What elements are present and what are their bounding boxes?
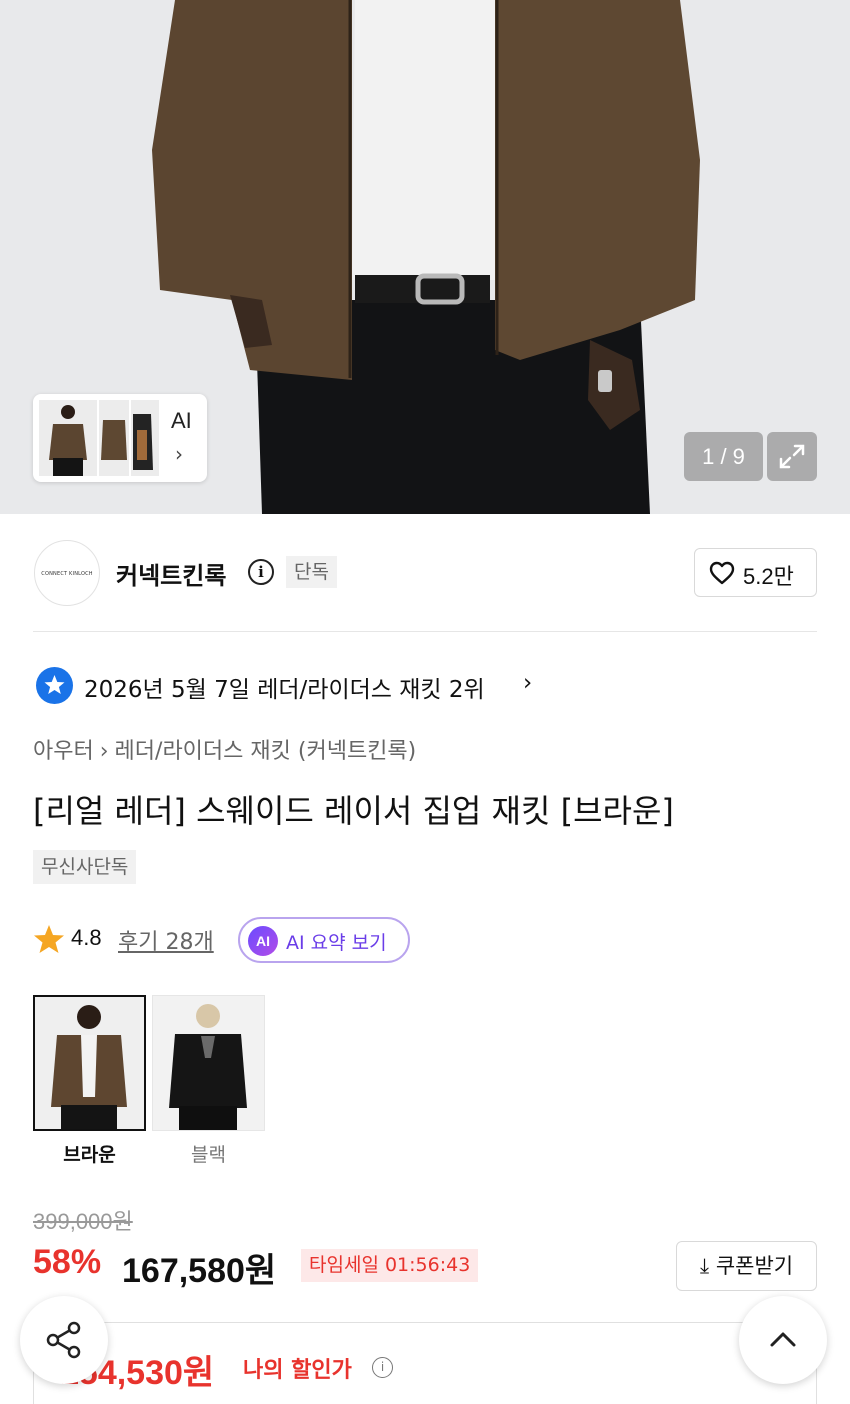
my-discount-label: 나의 할인가	[243, 1358, 352, 1383]
info-icon[interactable]: i	[372, 1357, 393, 1378]
ranking-star-badge-icon	[36, 667, 73, 704]
black-jacket-image	[153, 996, 264, 1130]
brown-jacket-image	[35, 997, 144, 1129]
expand-icon	[779, 444, 805, 469]
breadcrumb-brand[interactable]: (커넥트킨록)	[298, 739, 416, 764]
musinsa-exclusive-tag: 무신사단독	[33, 850, 137, 884]
info-icon[interactable]: i	[248, 559, 274, 585]
breadcrumb-category[interactable]: 레더/라이더스 재킷	[115, 739, 291, 764]
color-swatch-brown[interactable]	[33, 995, 146, 1131]
divider	[33, 631, 817, 632]
discount-rate: 58%	[33, 1243, 102, 1281]
star-icon	[34, 925, 64, 953]
brand-logo[interactable]: CONNECT KINLOCH	[34, 540, 100, 606]
heart-icon	[709, 561, 735, 585]
like-count: 5.2만	[743, 564, 794, 589]
original-price: 399,000원	[33, 1209, 133, 1234]
chevron-right-icon: ›	[523, 670, 533, 696]
exclusive-badge: 단독	[286, 556, 337, 588]
review-count-link[interactable]: 후기 28개	[118, 924, 214, 956]
sale-price: 167,580원	[122, 1252, 277, 1290]
product-title: [리얼 레더] 스웨이드 레이서 집업 재킷 [브라운]	[33, 792, 674, 830]
share-button[interactable]	[20, 1296, 108, 1384]
expand-button[interactable]	[767, 432, 817, 481]
breadcrumb: 아우터 › 레더/라이더스 재킷 (커넥트킨록)	[33, 733, 416, 765]
chevron-right-icon: ›	[175, 442, 183, 466]
color-label-black: 블랙	[191, 1144, 226, 1166]
rating-value: 4.8	[71, 925, 102, 950]
scroll-to-top-button[interactable]	[739, 1296, 827, 1384]
thumbnail-images	[39, 400, 159, 476]
color-swatch-black[interactable]	[152, 995, 265, 1131]
image-counter: 1 / 9	[684, 432, 763, 481]
ai-summary-label: AI 요약 보기	[286, 932, 387, 954]
chevron-up-icon	[770, 1332, 796, 1347]
ai-badge-icon: AI	[248, 926, 278, 956]
color-label-brown: 브라운	[63, 1144, 116, 1166]
thumbnail-ai-label: AI	[171, 408, 192, 433]
ranking-link[interactable]: 2026년 5월 7일 레더/라이더스 재킷 2위	[84, 670, 485, 704]
coupon-button[interactable]: ⤓ 쿠폰받기	[676, 1241, 817, 1291]
share-icon	[46, 1321, 81, 1359]
breadcrumb-separator: ›	[99, 739, 109, 764]
like-button[interactable]: 5.2만	[694, 548, 817, 597]
ai-summary-button[interactable]: AI AI 요약 보기	[238, 917, 410, 963]
timesale-badge: 타임세일 01:56:43	[301, 1249, 479, 1282]
brand-name[interactable]: 커넥트킨록	[116, 556, 226, 591]
breadcrumb-outer[interactable]: 아우터	[33, 739, 94, 764]
ai-thumbnail-strip[interactable]: AI ›	[33, 394, 207, 482]
product-image-gallery[interactable]: AI › 1 / 9	[0, 0, 850, 514]
